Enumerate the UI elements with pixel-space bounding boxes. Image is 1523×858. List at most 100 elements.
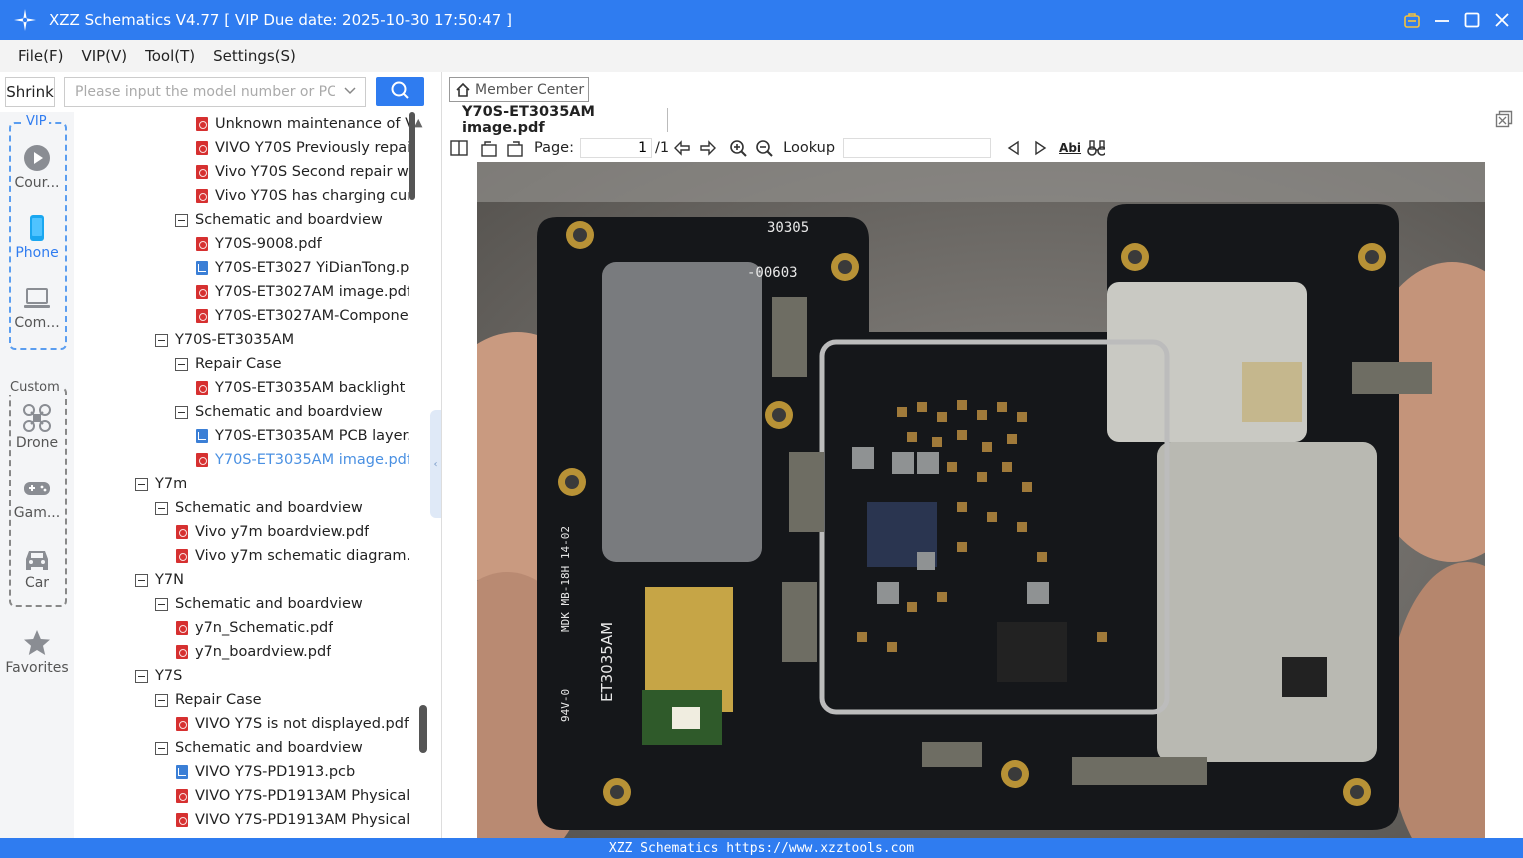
tree-item[interactable]: Vivo Y70S Second repair with xyxy=(196,160,409,184)
chevron-down-icon[interactable] xyxy=(343,84,357,102)
collapse-icon[interactable] xyxy=(175,357,188,371)
vip-bag-icon[interactable] xyxy=(1403,11,1421,29)
tree-folder[interactable]: Y70S-ET3035AM xyxy=(155,328,294,352)
close-icon[interactable] xyxy=(1493,11,1511,29)
tree-item[interactable]: Vivo Y70S has charging curre xyxy=(196,184,409,208)
tree-folder[interactable]: Y7S xyxy=(135,664,182,688)
pdf-icon xyxy=(196,237,208,251)
rotate-right-icon[interactable] xyxy=(506,139,524,157)
tree-item[interactable]: VIVO Y7S-PD1913AM Physical s xyxy=(176,808,409,832)
tree-item[interactable]: Y70S-ET3035AM backlight b xyxy=(196,376,409,400)
tree-hscroll-thumb[interactable] xyxy=(409,112,415,200)
tree-scroll-thumb[interactable] xyxy=(419,705,427,753)
nav-label-game: Gam... xyxy=(13,505,61,521)
lookup-input[interactable] xyxy=(843,138,992,158)
restore-window-icon[interactable] xyxy=(1495,110,1513,128)
chevron-left-icon: ‹ xyxy=(433,458,438,470)
nav-label-car: Car xyxy=(24,575,50,591)
tree-item[interactable]: Vivo y7m boardview.pdf xyxy=(176,520,369,544)
pdf-icon xyxy=(176,621,188,635)
zoom-out-icon[interactable] xyxy=(755,139,773,157)
maximize-icon[interactable] xyxy=(1463,11,1481,29)
menu-tool[interactable]: Tool(T) xyxy=(145,47,195,65)
tree-item[interactable]: VIVO Y7S-PD1913AM Physical l xyxy=(176,784,409,808)
match-case-button[interactable]: Abi xyxy=(1059,141,1081,155)
collapse-icon[interactable] xyxy=(135,477,148,491)
tree-item-selected[interactable]: Y70S-ET3035AM image.pdf xyxy=(196,448,409,472)
tree-item[interactable]: y7n_Schematic.pdf xyxy=(176,616,333,640)
collapse-icon[interactable] xyxy=(175,405,188,419)
tree-item[interactable]: VIVO Y70S Previously repaire xyxy=(196,136,409,160)
prev-page-icon[interactable] xyxy=(673,139,691,157)
nav-car[interactable]: Car xyxy=(0,544,74,591)
tree-folder[interactable]: Repair Case xyxy=(175,352,282,376)
tree-item[interactable]: VIVO Y7S is not displayed.pdf xyxy=(176,712,409,736)
collapse-icon[interactable] xyxy=(155,741,168,755)
minimize-icon[interactable] xyxy=(1433,11,1451,29)
collapse-icon[interactable] xyxy=(135,669,148,683)
tree-folder[interactable]: Schematic and boardview xyxy=(155,736,363,760)
collapse-icon[interactable] xyxy=(175,213,188,227)
menu-settings[interactable]: Settings(S) xyxy=(213,47,296,65)
member-center-button[interactable]: Member Center xyxy=(449,77,589,102)
find-next-icon[interactable] xyxy=(1031,139,1049,157)
collapse-icon[interactable] xyxy=(155,597,168,611)
collapse-icon[interactable] xyxy=(155,333,168,347)
pdf-icon xyxy=(176,813,188,827)
search-button[interactable] xyxy=(376,77,424,106)
search-input[interactable] xyxy=(73,83,337,101)
tree-folder[interactable]: Y7N xyxy=(135,568,184,592)
collapse-icon[interactable] xyxy=(155,693,168,707)
tree-folder[interactable]: Schematic and boardview xyxy=(155,496,363,520)
page-total: /1 xyxy=(655,140,670,156)
panel-collapse-handle[interactable]: ‹ xyxy=(430,410,441,518)
split-view-icon[interactable] xyxy=(450,139,468,157)
tree-item[interactable]: Y70S-ET3027 YiDianTong.pcl xyxy=(196,256,409,280)
tree-folder[interactable]: Schematic and boardview xyxy=(175,400,383,424)
nav-drone[interactable]: Drone xyxy=(0,404,74,451)
tree-folder[interactable]: Repair Case xyxy=(155,688,262,712)
tree-item[interactable]: VIVO Y7S-PD1913.pcb xyxy=(176,760,355,784)
pdf-icon xyxy=(196,117,208,131)
shrink-button[interactable]: Shrink xyxy=(5,77,55,107)
rotate-left-icon[interactable] xyxy=(480,139,498,157)
tree-folder[interactable]: Schematic and boardview xyxy=(155,592,363,616)
scroll-up-icon[interactable]: ▲ xyxy=(414,116,422,129)
menu-bar: File(F) VIP(V) Tool(T) Settings(S) xyxy=(0,40,1523,72)
page-number-input[interactable] xyxy=(580,138,652,158)
tree-item[interactable]: Y70S-9008.pdf xyxy=(196,232,322,256)
member-center-label: Member Center xyxy=(475,81,585,98)
menu-file[interactable]: File(F) xyxy=(18,47,63,65)
binoculars-icon[interactable] xyxy=(1087,139,1106,157)
home-icon xyxy=(455,82,471,98)
nav-favorites[interactable]: Favorites xyxy=(0,629,74,676)
custom-legend: Custom xyxy=(9,380,61,395)
find-prev-icon[interactable] xyxy=(1005,139,1023,157)
pdf-viewer[interactable]: 30305 -00603 ET3035AM MDK MB-18H 14-02 9… xyxy=(442,162,1523,838)
nav-computer[interactable]: Com... xyxy=(0,284,74,331)
nav-courses[interactable]: Cour... xyxy=(0,144,74,191)
pcb-photo: 30305 -00603 ET3035AM MDK MB-18H 14-02 9… xyxy=(477,162,1485,838)
collapse-icon[interactable] xyxy=(135,573,148,587)
tree-folder[interactable]: Y7m xyxy=(135,472,187,496)
nav-phone[interactable]: Phone xyxy=(0,214,74,261)
tab-document[interactable]: Y70S-ET3035AM image.pdf xyxy=(450,104,668,136)
tree-item[interactable]: y7n_boardview.pdf xyxy=(176,640,331,664)
collapse-icon[interactable] xyxy=(155,501,168,515)
next-page-icon[interactable] xyxy=(699,139,717,157)
tree-item[interactable]: Vivo y7m schematic diagram.pd xyxy=(176,544,409,568)
nav-game[interactable]: Gam... xyxy=(0,474,74,521)
tree-item[interactable]: Y70S-ET3027AM-Componen xyxy=(196,304,409,328)
tree-item[interactable]: Y70S-ET3027AM image.pdf xyxy=(196,280,409,304)
phone-icon xyxy=(23,214,51,242)
tree-item[interactable]: Y70S-ET3035AM PCB layer.p xyxy=(196,424,409,448)
zoom-in-icon[interactable] xyxy=(729,139,747,157)
pdf-icon xyxy=(196,309,208,323)
silk-30305: 30305 xyxy=(767,220,809,236)
search-box xyxy=(64,77,366,107)
tree-item[interactable]: Unknown maintenance of Vi xyxy=(196,112,409,136)
title-bar: XZZ Schematics V4.77 [ VIP Due date: 202… xyxy=(0,0,1523,40)
tree-folder[interactable]: Schematic and boardview xyxy=(175,208,383,232)
status-bar: XZZ Schematics https://www.xzztools.com xyxy=(0,838,1523,858)
menu-vip[interactable]: VIP(V) xyxy=(81,47,127,65)
